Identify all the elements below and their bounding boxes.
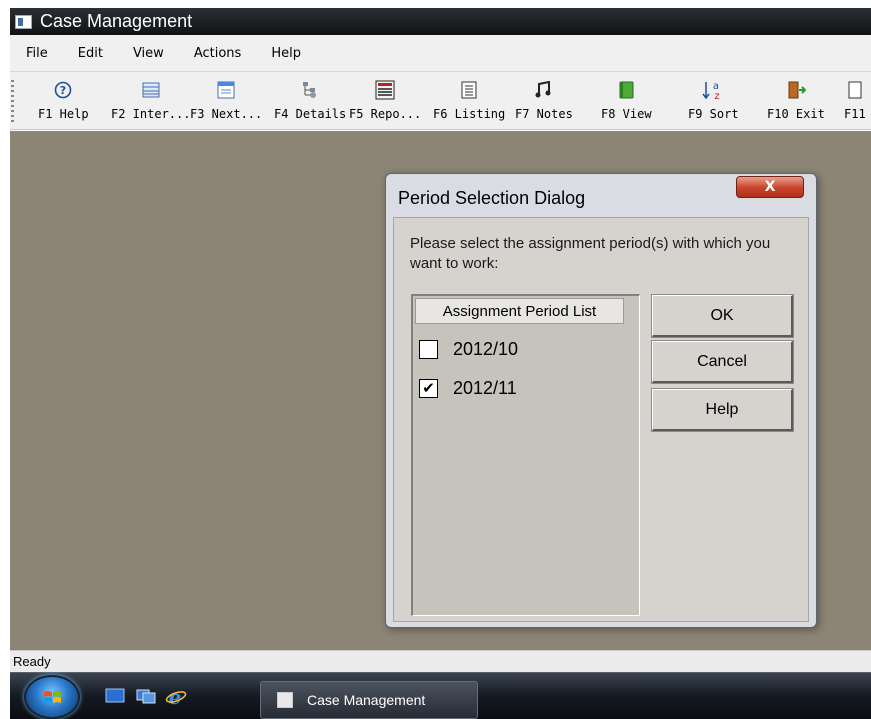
menu-actions[interactable]: Actions [194,46,242,61]
dialog-prompt: Please select the assignment period(s) w… [410,235,771,272]
toolbar: ? F1 Help F2 Inter... F3 Next... F4 Deta… [10,72,871,130]
list-item-period-2012-10[interactable]: 2012/10 [419,338,518,360]
next-button[interactable]: F3 Next... [190,76,262,126]
view-button[interactable]: F8 View [601,76,652,126]
book-icon [617,76,635,104]
checkmark-icon: ✔ [422,378,435,397]
ok-button[interactable]: OK [651,294,794,338]
f11-button-label: F11 [844,107,866,121]
sort-button-label: F9 Sort [688,107,739,121]
close-icon: X [764,179,776,195]
period-selection-dialog: Period Selection Dialog X Please select … [385,173,817,628]
help-button-label: F1 Help [38,107,89,121]
view-button-label: F8 View [601,107,652,121]
listing-icon [461,76,477,104]
f11-button[interactable]: F11 [844,76,866,126]
assignment-period-list[interactable]: Assignment Period List 2012/10 ✔ 2012/11 [411,294,640,616]
inter-button-label: F2 Inter... [111,107,191,121]
app-icon [277,692,293,708]
cancel-button[interactable]: Cancel [651,340,794,384]
dialog-body: Please select the assignment period(s) w… [393,217,809,622]
list-header[interactable]: Assignment Period List [415,298,624,324]
inter-button[interactable]: F2 Inter... [111,76,190,126]
exit-button-label: F10 Exit [767,107,825,121]
taskbar: e Case Management [10,672,871,719]
report-button-label: F5 Repo... [349,107,422,121]
window-title: Case Management [40,11,193,31]
taskbar-app-label: Case Management [307,692,426,708]
toolbar-grip[interactable] [11,80,14,124]
internet-explorer-icon[interactable]: e [165,685,187,709]
exit-button[interactable]: F10 Exit [767,76,825,126]
start-button[interactable] [24,675,80,719]
svg-text:z: z [715,91,720,101]
notes-icon [534,76,554,104]
form-icon [217,76,235,104]
exit-door-icon [786,76,806,104]
show-desktop-icon[interactable] [105,687,125,705]
help-button[interactable]: ? F1 Help [38,76,89,126]
tree-icon [301,76,319,104]
menu-help[interactable]: Help [271,46,301,61]
taskbar-app-case-management[interactable]: Case Management [260,681,478,719]
status-bar: Ready [10,650,871,672]
report-icon [375,76,395,104]
list-item-period-2012-11[interactable]: ✔ 2012/11 [419,377,517,399]
sort-button[interactable]: az F9 Sort [688,76,739,126]
menu-edit[interactable]: Edit [78,46,103,61]
windows-logo-icon [44,691,61,703]
window-titlebar: Case Management [10,8,871,35]
help-dialog-button[interactable]: Help [651,388,794,432]
period-label: 2012/10 [453,338,519,359]
menu-file[interactable]: File [26,46,48,61]
app-icon [15,14,32,29]
list-icon [142,76,160,104]
period-label: 2012/11 [453,377,517,398]
switch-windows-icon[interactable] [136,687,156,705]
svg-text:e: e [169,687,182,707]
page-icon [848,76,862,104]
report-button[interactable]: F5 Repo... [349,76,421,126]
checkbox-2012-10[interactable] [419,339,438,359]
listing-button[interactable]: F6 Listing [433,76,505,126]
help-icon: ? [54,76,72,104]
close-button[interactable]: X [736,176,804,198]
status-text: Ready [13,654,51,669]
dialog-title: Period Selection Dialog [398,188,586,208]
next-button-label: F3 Next... [190,107,263,121]
notes-button[interactable]: F7 Notes [515,76,573,126]
details-button[interactable]: F4 Details [274,76,346,126]
svg-text:?: ? [60,84,66,97]
notes-button-label: F7 Notes [515,107,573,121]
menu-bar: File Edit View Actions Help [10,35,871,72]
sort-icon: az [702,76,724,104]
details-button-label: F4 Details [274,107,347,121]
menu-view[interactable]: View [133,46,164,61]
checkbox-2012-11[interactable]: ✔ [419,378,438,398]
listing-button-label: F6 Listing [433,107,506,121]
